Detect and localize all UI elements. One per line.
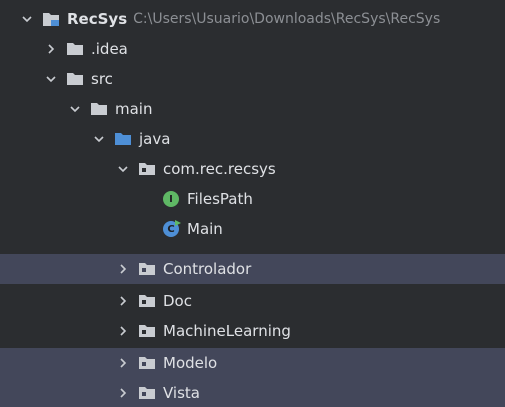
tree-label: src <box>91 70 113 88</box>
tree-label: .idea <box>91 40 128 58</box>
chevron-down-icon[interactable] <box>114 154 132 184</box>
tree-label: Main <box>187 220 223 238</box>
package-icon <box>138 322 156 340</box>
tree-label: java <box>139 130 171 148</box>
package-icon <box>138 260 156 278</box>
tree-row-doc[interactable]: Doc <box>0 286 505 316</box>
project-folder-icon <box>42 10 60 28</box>
source-folder-icon <box>114 130 132 148</box>
folder-icon <box>66 40 84 58</box>
tree-row-package[interactable]: com.rec.recsys <box>0 154 505 184</box>
tree-label: main <box>115 100 153 118</box>
tree-row-main-class[interactable]: C Main <box>0 214 505 244</box>
chevron-down-icon[interactable] <box>66 94 84 124</box>
tree-row-src[interactable]: src <box>0 64 505 94</box>
project-tree: RecSys C:\Users\Usuario\Downloads\RecSys… <box>0 0 505 407</box>
chevron-right-icon[interactable] <box>42 34 60 64</box>
folder-icon <box>66 70 84 88</box>
tree-row-filespath[interactable]: I FilesPath <box>0 184 505 214</box>
project-path: C:\Users\Usuario\Downloads\RecSys\RecSys <box>133 11 441 27</box>
package-icon <box>138 384 156 402</box>
package-icon <box>138 292 156 310</box>
folder-icon <box>90 100 108 118</box>
chevron-down-icon[interactable] <box>42 64 60 94</box>
chevron-down-icon[interactable] <box>90 124 108 154</box>
chevron-right-icon[interactable] <box>114 348 132 378</box>
tree-row-main[interactable]: main <box>0 94 505 124</box>
class-icon: C <box>162 220 181 238</box>
chevron-right-icon[interactable] <box>114 254 132 284</box>
tree-row-java[interactable]: java <box>0 124 505 154</box>
package-icon <box>138 160 156 178</box>
tree-row-vista[interactable]: Vista <box>0 378 505 407</box>
tree-label: Vista <box>163 383 200 402</box>
tree-label: FilesPath <box>187 190 253 208</box>
tree-label: Modelo <box>163 354 218 372</box>
tree-row-modelo[interactable]: Modelo <box>0 348 505 378</box>
interface-icon: I <box>162 190 180 208</box>
tree-label: Controlador <box>163 260 252 278</box>
tree-label: Doc <box>163 292 192 310</box>
chevron-right-icon[interactable] <box>114 286 132 316</box>
chevron-right-icon[interactable] <box>114 378 132 407</box>
project-name: RecSys <box>67 10 128 28</box>
tree-row-idea[interactable]: .idea <box>0 34 505 64</box>
chevron-right-icon[interactable] <box>114 316 132 346</box>
tree-row-machinelearning[interactable]: MachineLearning <box>0 316 505 346</box>
tree-row-controlador[interactable]: Controlador <box>0 254 505 284</box>
tree-row-project-root[interactable]: RecSys C:\Users\Usuario\Downloads\RecSys… <box>0 4 505 34</box>
tree-label: com.rec.recsys <box>163 160 276 178</box>
tree-label: MachineLearning <box>163 322 291 340</box>
chevron-down-icon[interactable] <box>18 4 36 34</box>
package-icon <box>138 354 156 372</box>
